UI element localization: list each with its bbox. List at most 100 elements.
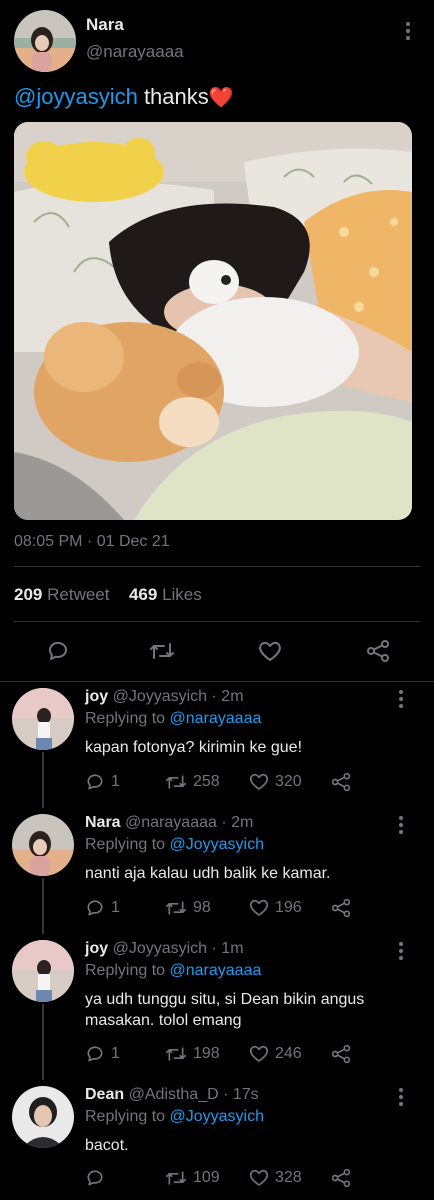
retweet-icon xyxy=(150,643,174,659)
reply-button[interactable]: 1 xyxy=(85,1044,120,1064)
reply-time: · 17s xyxy=(223,1086,259,1103)
reply-author-handle[interactable]: @Adistha_D xyxy=(129,1086,219,1103)
divider xyxy=(14,566,420,567)
reply-icon xyxy=(87,1046,103,1062)
replying-to: Replying to @narayaaaa xyxy=(85,962,261,980)
reply-text: nanti aja kalau udh balik ke kamar. xyxy=(85,865,331,882)
like-button[interactable] xyxy=(256,637,284,665)
replying-to-link[interactable]: @Joyyasyich xyxy=(170,1108,265,1125)
retweet-count: 109 xyxy=(193,1169,220,1186)
reply-tweet[interactable]: Dean @Adistha_D · 17s Replying to @Joyya… xyxy=(0,1080,434,1200)
more-icon[interactable] xyxy=(406,22,410,43)
likes-count[interactable]: 469 xyxy=(129,585,157,604)
reply-author-handle[interactable]: @narayaaaa xyxy=(125,814,217,831)
like-count: 196 xyxy=(275,898,302,916)
reply-button[interactable]: 1 xyxy=(85,772,120,792)
heart-icon xyxy=(249,1169,269,1186)
retweet-count: 258 xyxy=(193,773,220,790)
retweet-button[interactable]: 98 xyxy=(165,898,211,918)
reply-button[interactable]: 1 xyxy=(85,898,120,918)
author-avatar[interactable] xyxy=(14,10,76,72)
retweet-button[interactable]: 258 xyxy=(165,772,220,792)
reply-header: Dean @Adistha_D · 17s xyxy=(85,1086,259,1104)
replying-to-label: Replying to xyxy=(85,962,170,979)
like-button[interactable]: 246 xyxy=(249,1044,302,1063)
reply-count: 1 xyxy=(111,899,120,916)
reply-icon xyxy=(87,900,103,916)
share-icon xyxy=(331,772,351,792)
like-button[interactable]: 320 xyxy=(249,772,302,791)
share-button[interactable] xyxy=(331,772,351,792)
replying-to-link[interactable]: @narayaaaa xyxy=(170,710,262,727)
more-icon[interactable] xyxy=(399,942,403,963)
heart-icon xyxy=(249,773,269,790)
avatar[interactable] xyxy=(12,688,74,750)
author-handle[interactable]: @narayaaaa xyxy=(86,42,184,62)
tweet-counts: 209 Retweet 469 Likes xyxy=(14,585,202,605)
more-icon[interactable] xyxy=(399,690,403,711)
reply-text: bacot. xyxy=(85,1137,129,1154)
reply-header: joy @Joyyasyich · 1m xyxy=(85,940,244,958)
tweet-text: @joyyasyich thanks❤️ xyxy=(14,84,234,110)
share-button[interactable] xyxy=(364,637,392,665)
reply-icon xyxy=(87,1170,103,1186)
retweet-count[interactable]: 209 xyxy=(14,585,42,604)
share-icon xyxy=(331,1044,351,1064)
retweet-count: 98 xyxy=(193,899,211,916)
likes-count-label[interactable]: Likes xyxy=(162,585,202,604)
replying-to-link[interactable]: @Joyyasyich xyxy=(170,836,265,853)
like-button[interactable]: 196 xyxy=(249,898,302,917)
tweet-photo[interactable] xyxy=(14,122,412,520)
heart-icon xyxy=(249,899,269,916)
share-button[interactable] xyxy=(331,898,351,918)
heart-icon xyxy=(249,1045,269,1062)
retweet-icon xyxy=(165,775,186,789)
reply-author-name[interactable]: joy xyxy=(85,688,108,705)
reply-tweet[interactable]: joy @Joyyasyich · 1m Replying to @naraya… xyxy=(0,934,434,1080)
more-icon[interactable] xyxy=(399,816,403,837)
like-count: 328 xyxy=(275,1168,302,1186)
reply-button[interactable] xyxy=(44,637,72,665)
reply-button[interactable] xyxy=(85,1168,111,1188)
reply-icon xyxy=(87,774,103,790)
avatar[interactable] xyxy=(12,814,74,876)
like-button[interactable]: 328 xyxy=(249,1168,302,1187)
replying-to-label: Replying to xyxy=(85,836,170,853)
reply-text: ya udh tunggu situ, si Dean bikin angus … xyxy=(85,991,365,1029)
retweet-count: 198 xyxy=(193,1045,220,1062)
share-button[interactable] xyxy=(331,1168,351,1188)
reply-author-name[interactable]: Nara xyxy=(85,814,121,831)
reply-author-name[interactable]: joy xyxy=(85,940,108,957)
reply-header: joy @Joyyasyich · 2m xyxy=(85,688,244,706)
heart-icon xyxy=(259,641,281,661)
like-count: 246 xyxy=(275,1044,302,1062)
replying-to-label: Replying to xyxy=(85,710,170,727)
reply-count: 1 xyxy=(111,773,120,790)
avatar[interactable] xyxy=(12,1086,74,1148)
reply-author-handle[interactable]: @Joyyasyich xyxy=(113,688,208,705)
reply-header: Nara @narayaaaa · 2m xyxy=(85,814,253,832)
reply-count: 1 xyxy=(111,1045,120,1062)
replying-to: Replying to @Joyyasyich xyxy=(85,1108,264,1126)
retweet-count-label[interactable]: Retweet xyxy=(47,585,109,604)
retweet-button[interactable] xyxy=(148,637,176,665)
reply-author-name[interactable]: Dean xyxy=(85,1086,124,1103)
replying-to-label: Replying to xyxy=(85,1108,170,1125)
retweet-button[interactable]: 109 xyxy=(165,1168,220,1188)
reply-author-handle[interactable]: @Joyyasyich xyxy=(113,940,208,957)
reply-tweet[interactable]: Nara @narayaaaa · 2m Replying to @Joyyas… xyxy=(0,808,434,934)
share-icon xyxy=(331,1168,351,1188)
tweet-body: thanks xyxy=(137,84,209,109)
mention-link[interactable]: @joyyasyich xyxy=(14,84,138,109)
like-count: 320 xyxy=(275,772,302,790)
replying-to-link[interactable]: @narayaaaa xyxy=(170,962,262,979)
reply-tweet[interactable]: joy @Joyyasyich · 2m Replying to @naraya… xyxy=(0,682,434,808)
divider xyxy=(14,621,420,622)
more-icon[interactable] xyxy=(399,1088,403,1109)
reply-time: · 2m xyxy=(211,688,244,705)
share-button[interactable] xyxy=(331,1044,351,1064)
avatar[interactable] xyxy=(12,940,74,1002)
author-name[interactable]: Nara xyxy=(86,15,124,35)
share-icon xyxy=(367,640,389,662)
retweet-button[interactable]: 198 xyxy=(165,1044,220,1064)
